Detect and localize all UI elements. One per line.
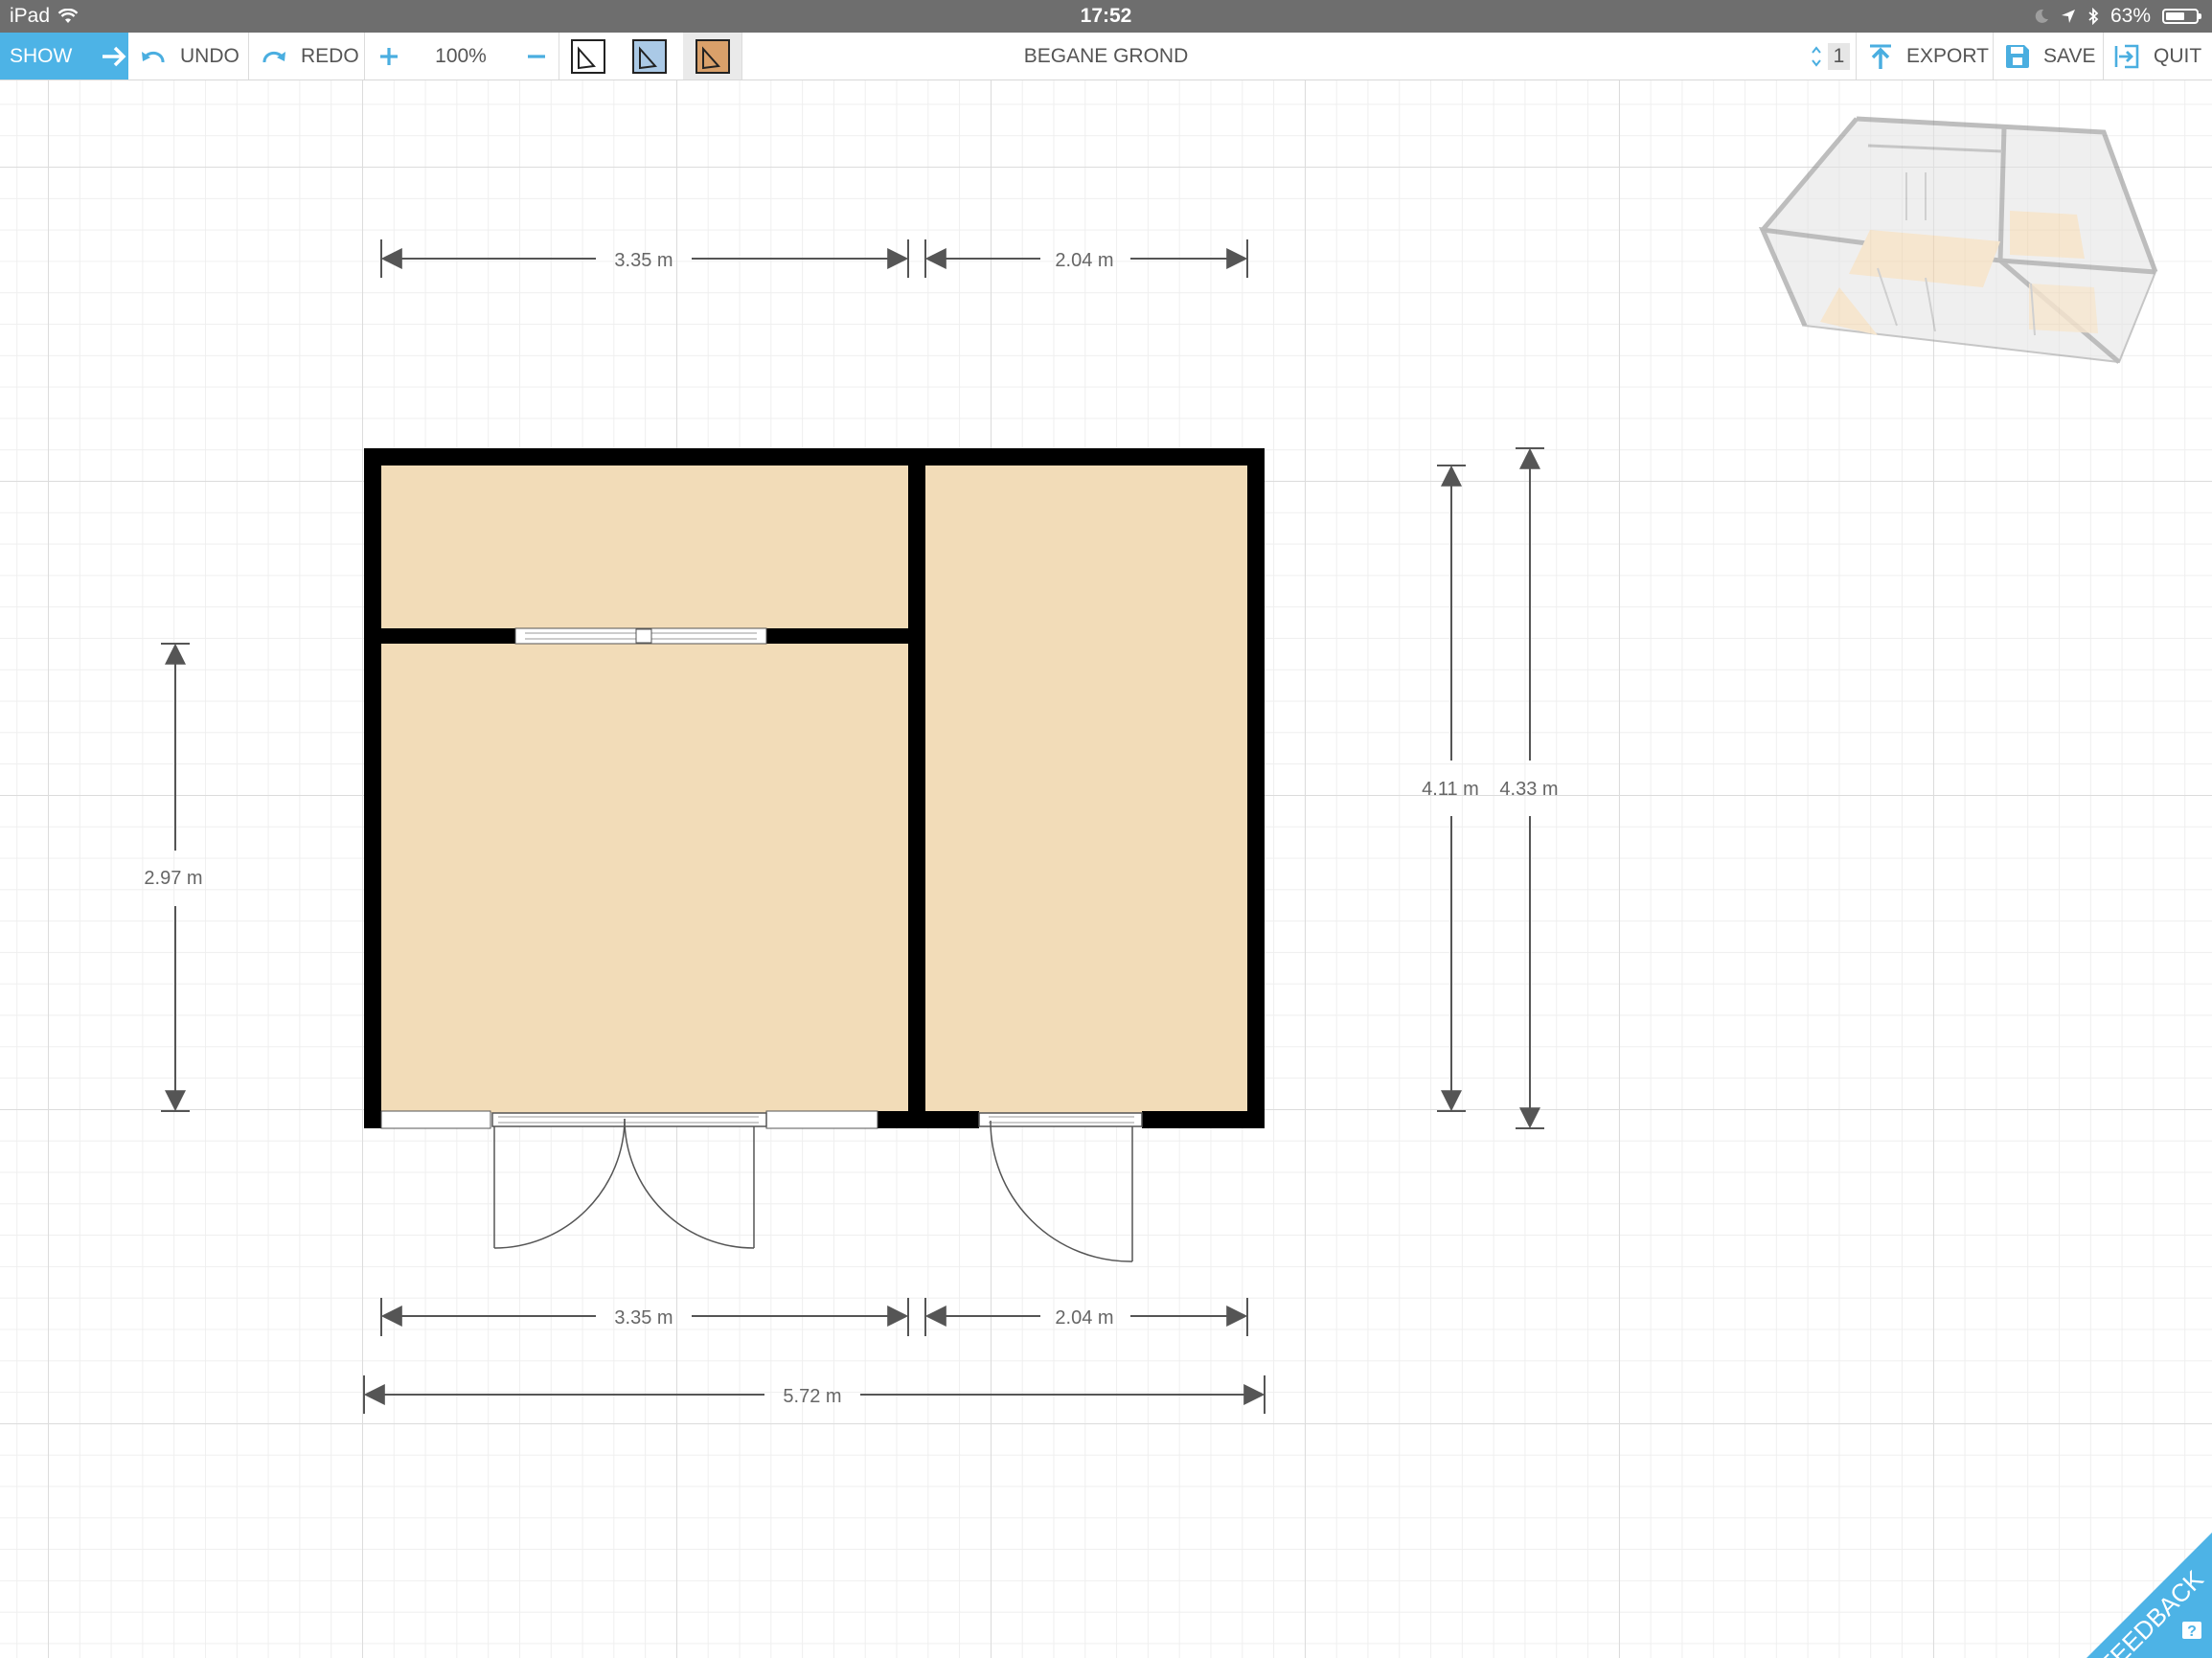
- interior-window[interactable]: [514, 627, 767, 645]
- dimension-total-width[interactable]: 5.72 m: [783, 1386, 841, 1407]
- clock: 17:52: [1080, 5, 1132, 27]
- redo-button[interactable]: REDO: [249, 33, 365, 79]
- level-title[interactable]: BEGANE GROND: [1024, 45, 1189, 67]
- minus-icon: [527, 54, 545, 58]
- dimension-bottom-right[interactable]: 2.04 m: [1055, 1307, 1113, 1329]
- dimension-inner-height[interactable]: 4.11 m: [1422, 779, 1479, 800]
- redo-icon: [262, 51, 285, 62]
- save-button[interactable]: SAVE: [1994, 33, 2104, 79]
- dimension-left-height[interactable]: 2.97 m: [144, 868, 202, 889]
- undo-button[interactable]: UNDO: [128, 33, 249, 79]
- floor-plan: 3.35 m 2.04 m 2.97 m 4.11 m 4.33 m 3.35 …: [144, 116, 2212, 1658]
- room-floor-right[interactable]: [925, 466, 1247, 1113]
- moon-icon: [2035, 9, 2048, 23]
- export-button[interactable]: EXPORT: [1857, 33, 1994, 79]
- zoom-in-button[interactable]: [375, 33, 403, 79]
- arrow-right-icon: [103, 46, 126, 66]
- save-label: SAVE: [2043, 44, 2096, 67]
- quit-button[interactable]: QUIT: [2104, 33, 2212, 79]
- export-label: EXPORT: [1906, 44, 1989, 67]
- help-icon: ?: [2187, 1624, 2197, 1640]
- quit-label: QUIT: [2154, 44, 2202, 67]
- quit-icon: [2114, 44, 2139, 68]
- export-icon: [1870, 44, 1891, 69]
- location-arrow-icon: [2061, 10, 2075, 23]
- status-bar: iPad 17:52 63%: [0, 0, 2212, 33]
- view-floors-button[interactable]: [683, 33, 742, 79]
- show-button[interactable]: SHOW: [0, 33, 128, 79]
- bottom-window-left[interactable]: [380, 1110, 491, 1129]
- dimension-outer-height[interactable]: 4.33 m: [1499, 779, 1558, 800]
- undo-icon: [142, 51, 165, 62]
- view-plan-button[interactable]: [560, 33, 616, 79]
- toolbar: SHOW UNDO REDO 100% BEGANE GROND 1 EXPOR…: [0, 33, 2212, 80]
- 3d-preview-thumbnail[interactable]: [1758, 116, 2158, 364]
- show-label: SHOW: [10, 44, 73, 67]
- floors-view-icon: [695, 38, 730, 74]
- double-door[interactable]: [491, 1112, 767, 1249]
- walls-view-icon: [632, 38, 667, 74]
- level-selector[interactable]: 1: [1805, 33, 1857, 79]
- battery-percent: 63%: [2109, 5, 2151, 27]
- bluetooth-icon: [2088, 8, 2099, 25]
- plus-icon: [380, 47, 398, 65]
- dimension-top-left[interactable]: 3.35 m: [614, 250, 673, 271]
- view-walls-button[interactable]: [622, 33, 677, 79]
- bottom-window-right[interactable]: [765, 1110, 878, 1129]
- level-number: 1: [1827, 42, 1851, 70]
- room-floor-top-left[interactable]: [381, 466, 908, 628]
- level-stepper-icon: [1811, 45, 1821, 67]
- single-door[interactable]: [978, 1112, 1143, 1262]
- zoom-out-button[interactable]: [513, 33, 559, 79]
- floor-plan-canvas[interactable]: 3.35 m 2.04 m 2.97 m 4.11 m 4.33 m 3.35 …: [0, 80, 2212, 1658]
- feedback-button[interactable]: FEEDBACK ?: [2087, 1533, 2212, 1658]
- undo-label: UNDO: [180, 44, 239, 67]
- redo-label: REDO: [301, 44, 359, 67]
- dimension-bottom-left[interactable]: 3.35 m: [614, 1307, 673, 1329]
- plan-view-icon: [571, 38, 605, 74]
- room-floor-bottom-left[interactable]: [381, 644, 908, 1113]
- dimension-top-right[interactable]: 2.04 m: [1055, 250, 1113, 271]
- save-icon: [2006, 44, 2029, 68]
- battery-icon: [2162, 9, 2201, 24]
- zoom-level: 100%: [435, 44, 487, 67]
